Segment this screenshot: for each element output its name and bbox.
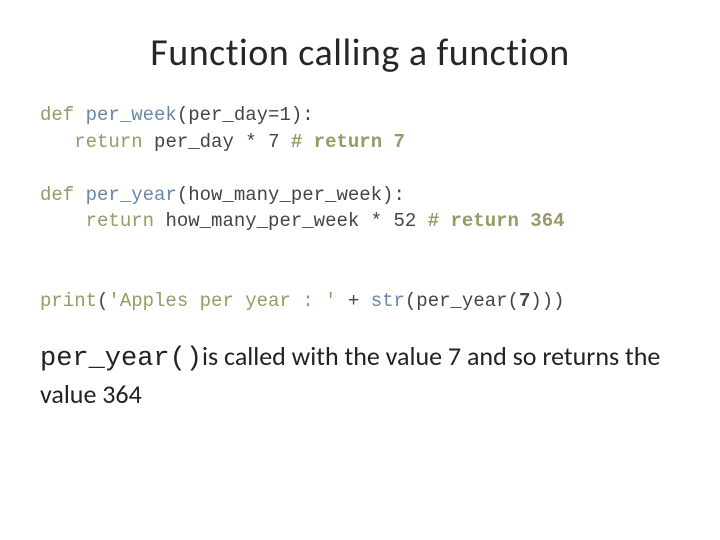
- code-comment: # return 7: [291, 131, 405, 153]
- code-call: (per_year(: [405, 290, 519, 312]
- code-sig: (how_many_per_week):: [177, 184, 405, 206]
- code-expr: how_many_per_week * 52: [165, 210, 427, 232]
- code-fn-name: per_year: [86, 184, 177, 206]
- code-print: print: [40, 290, 97, 312]
- code-keyword-def: def: [40, 104, 86, 126]
- code-string: 'Apples per year : ': [108, 290, 336, 312]
- code-arg: 7: [519, 290, 530, 312]
- code-fn-name: per_week: [86, 104, 177, 126]
- code-indent: [40, 210, 86, 232]
- explanation-fn: per_year(): [40, 344, 202, 374]
- code-paren-close: ))): [530, 290, 564, 312]
- code-paren: (: [97, 290, 108, 312]
- explanation-text: per_year()is called with the value 7 and…: [40, 339, 680, 413]
- code-plus: +: [336, 290, 370, 312]
- code-keyword-return: return: [74, 131, 154, 153]
- code-comment: # return 364: [428, 210, 565, 232]
- slide-title: Function calling a function: [40, 30, 680, 76]
- code-indent: [40, 131, 74, 153]
- code-block: def per_week(per_day=1): return per_day …: [40, 102, 680, 315]
- code-builtin: str: [371, 290, 405, 312]
- code-keyword-return: return: [86, 210, 166, 232]
- code-expr: per_day * 7: [154, 131, 291, 153]
- code-sig: (per_day=1):: [177, 104, 314, 126]
- code-keyword-def: def: [40, 184, 86, 206]
